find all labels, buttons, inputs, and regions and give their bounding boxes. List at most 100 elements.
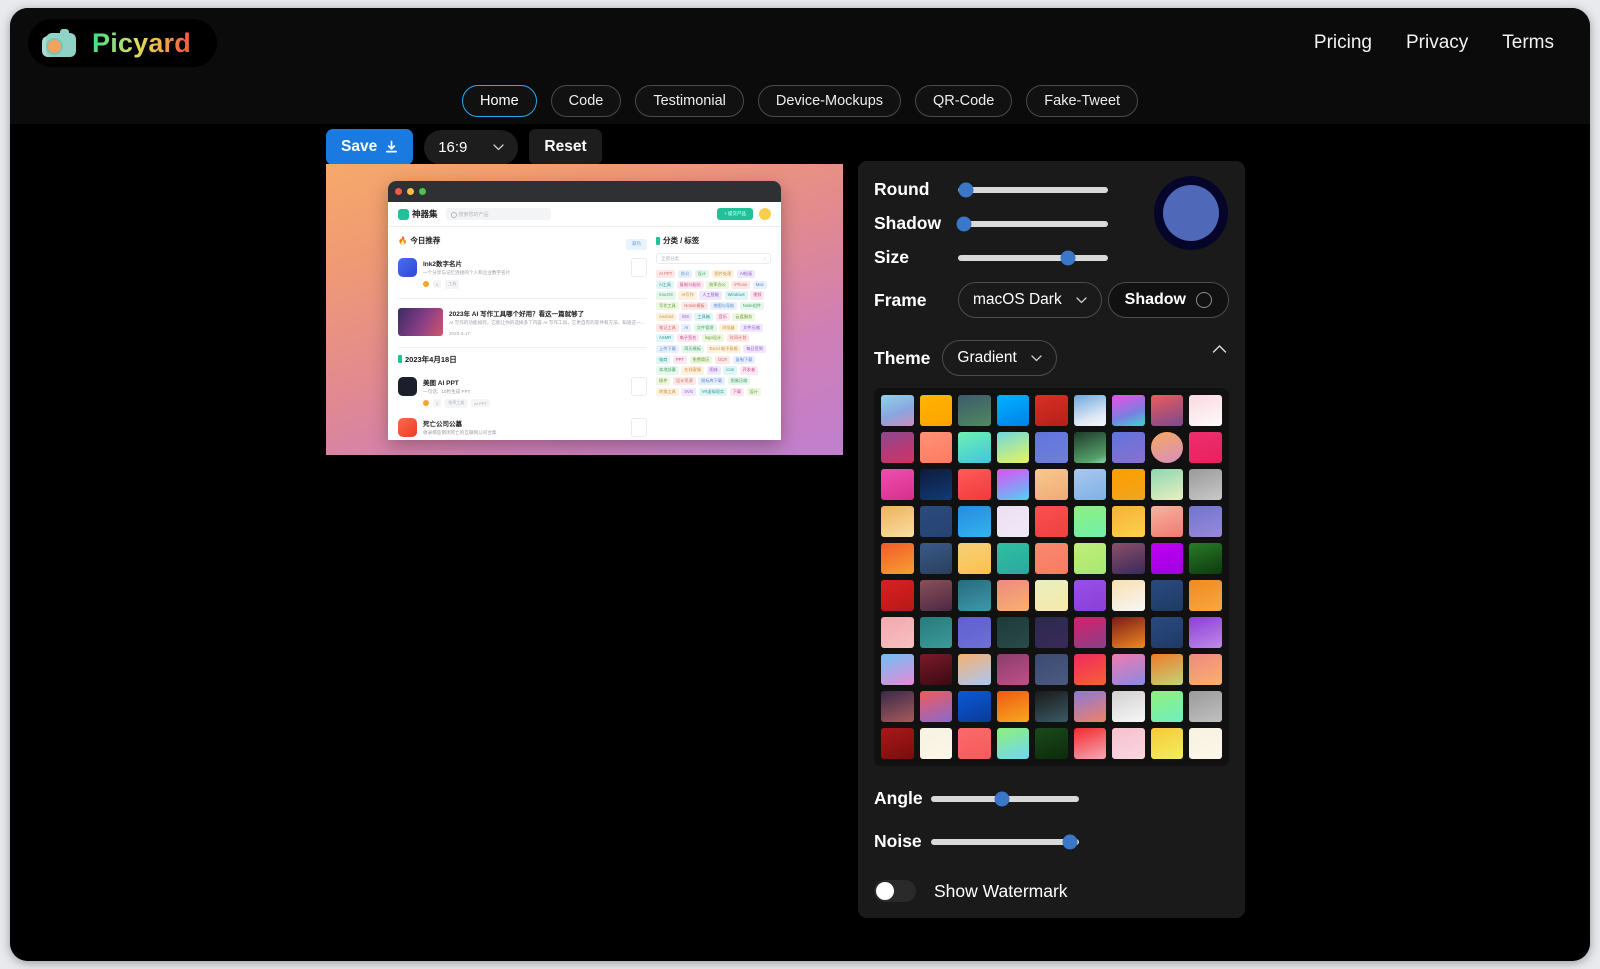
gradient-swatch[interactable] bbox=[1035, 469, 1068, 500]
nav-link-terms[interactable]: Terms bbox=[1502, 32, 1554, 54]
tab-testimonial[interactable]: Testimonial bbox=[635, 85, 744, 117]
gradient-swatch[interactable] bbox=[997, 580, 1030, 611]
gradient-swatch[interactable] bbox=[920, 691, 953, 722]
gradient-swatch[interactable] bbox=[1189, 691, 1222, 722]
gradient-swatch[interactable] bbox=[881, 728, 914, 759]
gradient-swatch[interactable] bbox=[881, 469, 914, 500]
gradient-swatch[interactable] bbox=[1151, 543, 1184, 574]
gradient-swatch[interactable] bbox=[881, 691, 914, 722]
gradient-swatch[interactable] bbox=[1189, 506, 1222, 537]
gradient-swatch[interactable] bbox=[920, 395, 953, 426]
gradient-swatch[interactable] bbox=[920, 654, 953, 685]
gradient-swatch[interactable] bbox=[1074, 654, 1107, 685]
gradient-swatch[interactable] bbox=[1151, 432, 1184, 463]
gradient-swatch[interactable] bbox=[1151, 469, 1184, 500]
gradient-swatch[interactable] bbox=[920, 469, 953, 500]
noise-slider[interactable] bbox=[931, 839, 1079, 845]
watermark-toggle[interactable] bbox=[874, 880, 916, 902]
gradient-swatch[interactable] bbox=[1151, 395, 1184, 426]
gradient-swatch[interactable] bbox=[997, 654, 1030, 685]
save-button[interactable]: Save bbox=[326, 129, 413, 165]
gradient-swatch[interactable] bbox=[997, 469, 1030, 500]
gradient-swatch[interactable] bbox=[1189, 432, 1222, 463]
gradient-swatch[interactable] bbox=[1074, 580, 1107, 611]
gradient-swatch[interactable] bbox=[1112, 580, 1145, 611]
theme-select[interactable]: Gradient bbox=[942, 340, 1056, 376]
gradient-swatch[interactable] bbox=[1074, 617, 1107, 648]
gradient-swatch[interactable] bbox=[958, 691, 991, 722]
nav-link-pricing[interactable]: Pricing bbox=[1314, 32, 1372, 54]
gradient-swatch[interactable] bbox=[1151, 506, 1184, 537]
gradient-swatch[interactable] bbox=[1112, 469, 1145, 500]
gradient-swatch[interactable] bbox=[958, 728, 991, 759]
gradient-swatch[interactable] bbox=[958, 654, 991, 685]
gradient-swatch[interactable] bbox=[920, 728, 953, 759]
angle-slider[interactable] bbox=[931, 796, 1079, 802]
gradient-swatch[interactable] bbox=[1112, 432, 1145, 463]
gradient-swatch[interactable] bbox=[1112, 654, 1145, 685]
gradient-swatch[interactable] bbox=[997, 617, 1030, 648]
gradient-swatch[interactable] bbox=[958, 469, 991, 500]
gradient-swatch[interactable] bbox=[997, 543, 1030, 574]
gradient-swatch[interactable] bbox=[920, 580, 953, 611]
canvas-preview[interactable]: 神器集 搜索您的产品 + 提交产品 🔥 bbox=[326, 164, 843, 455]
gradient-swatch[interactable] bbox=[1035, 728, 1068, 759]
gradient-swatch[interactable] bbox=[1189, 543, 1222, 574]
gradient-swatch[interactable] bbox=[1151, 728, 1184, 759]
gradient-swatch[interactable] bbox=[1189, 728, 1222, 759]
size-slider[interactable] bbox=[958, 255, 1108, 261]
gradient-swatch[interactable] bbox=[997, 728, 1030, 759]
gradient-swatch[interactable] bbox=[920, 617, 953, 648]
gradient-swatch[interactable] bbox=[958, 580, 991, 611]
gradient-swatch[interactable] bbox=[958, 395, 991, 426]
gradient-swatch[interactable] bbox=[958, 617, 991, 648]
gradient-swatch[interactable] bbox=[881, 580, 914, 611]
gradient-swatch[interactable] bbox=[881, 395, 914, 426]
gradient-swatch[interactable] bbox=[1189, 580, 1222, 611]
gradient-swatch[interactable] bbox=[1074, 395, 1107, 426]
frame-select[interactable]: macOS Dark bbox=[958, 282, 1102, 318]
gradient-swatch[interactable] bbox=[1035, 654, 1068, 685]
round-slider[interactable] bbox=[958, 187, 1108, 193]
shadow-toggle-button[interactable]: Shadow bbox=[1108, 282, 1229, 318]
gradient-swatch[interactable] bbox=[881, 543, 914, 574]
gradient-swatch[interactable] bbox=[997, 432, 1030, 463]
gradient-swatch[interactable] bbox=[881, 432, 914, 463]
gradient-swatch[interactable] bbox=[1151, 617, 1184, 648]
gradient-swatch[interactable] bbox=[1074, 691, 1107, 722]
gradient-swatch[interactable] bbox=[1151, 580, 1184, 611]
gradient-swatch[interactable] bbox=[997, 395, 1030, 426]
gradient-swatch[interactable] bbox=[958, 543, 991, 574]
gradient-swatch[interactable] bbox=[1151, 691, 1184, 722]
gradient-swatch[interactable] bbox=[881, 506, 914, 537]
gradient-swatch[interactable] bbox=[1112, 506, 1145, 537]
tab-home[interactable]: Home bbox=[462, 85, 537, 117]
reset-button[interactable]: Reset bbox=[529, 129, 601, 165]
gradient-swatch[interactable] bbox=[1112, 617, 1145, 648]
gradient-swatch[interactable] bbox=[1112, 728, 1145, 759]
gradient-swatch[interactable] bbox=[1035, 395, 1068, 426]
background-preview[interactable] bbox=[1154, 176, 1228, 250]
gradient-swatch[interactable] bbox=[1189, 395, 1222, 426]
gradient-swatch[interactable] bbox=[997, 506, 1030, 537]
gradient-swatch[interactable] bbox=[920, 543, 953, 574]
gradient-swatch[interactable] bbox=[1035, 580, 1068, 611]
gradient-swatch[interactable] bbox=[1074, 728, 1107, 759]
tab-fake-tweet[interactable]: Fake-Tweet bbox=[1026, 85, 1138, 117]
gradient-swatch[interactable] bbox=[1112, 543, 1145, 574]
tab-code[interactable]: Code bbox=[551, 85, 622, 117]
gradient-swatch[interactable] bbox=[958, 506, 991, 537]
gradient-swatch[interactable] bbox=[997, 691, 1030, 722]
brand-logo[interactable]: Picyard bbox=[28, 19, 217, 67]
chevron-up-icon[interactable] bbox=[1212, 344, 1227, 354]
gradient-swatch[interactable] bbox=[920, 506, 953, 537]
tab-device-mockups[interactable]: Device-Mockups bbox=[758, 85, 901, 117]
gradient-swatch[interactable] bbox=[1035, 691, 1068, 722]
gradient-swatch[interactable] bbox=[881, 654, 914, 685]
gradient-swatch[interactable] bbox=[1074, 543, 1107, 574]
gradient-swatch[interactable] bbox=[958, 432, 991, 463]
gradient-swatch[interactable] bbox=[1074, 506, 1107, 537]
gradient-swatch[interactable] bbox=[1035, 617, 1068, 648]
gradient-swatch[interactable] bbox=[1035, 506, 1068, 537]
tab-qr-code[interactable]: QR-Code bbox=[915, 85, 1012, 117]
